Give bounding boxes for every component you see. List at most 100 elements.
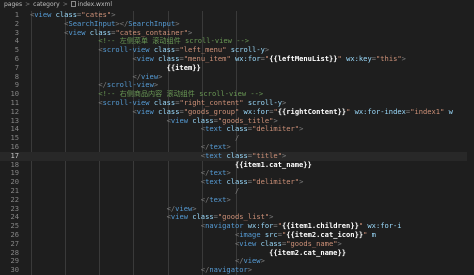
code-token: "goods_title" [217, 115, 274, 125]
code-line[interactable]: 6 <view class="menu_item" wx:for="{{leftM… [0, 53, 474, 64]
code-token: <!-- 左侧菜单 滚动组件 scroll-view --> [98, 36, 250, 46]
code-token: scroll-view [102, 97, 150, 107]
code-token: w [444, 106, 453, 116]
code-text: <text class="delimiter"> [201, 177, 304, 187]
code-token: "delimiter" [252, 124, 300, 134]
breadcrumb-item-category[interactable]: category [33, 0, 60, 10]
code-token: "goods_name" [286, 238, 338, 248]
code-token: {{item2.cat_icon}} [286, 229, 364, 239]
code-line[interactable]: 22 </text> [0, 194, 474, 205]
code-token: "this" [376, 53, 402, 63]
code-token: view [170, 115, 188, 125]
code-area[interactable]: 1 <view class="cates"> 2 <SearchInput></Sea… [0, 10, 474, 275]
line-number: 30 [10, 265, 19, 275]
code-line[interactable]: 18 {{item1.cat_name}} [0, 159, 474, 170]
code-token: > [158, 71, 163, 81]
code-token: view [34, 10, 52, 19]
code-line[interactable]: 30 </navigator> [0, 265, 474, 275]
code-token: SearchInput [68, 18, 116, 28]
file-icon [70, 1, 76, 7]
code-token: <!-- 右侧商品内容 滚动组件 scroll-view --> [98, 89, 264, 99]
code-token: {{item1.children}} [281, 221, 359, 231]
code-token: scroll-y [226, 45, 265, 55]
breadcrumb-item-pages[interactable]: pages [4, 0, 22, 10]
code-token: src [260, 229, 278, 239]
code-token: "title" [252, 150, 282, 160]
code-text: <text class="delimiter"> [201, 124, 304, 134]
code-token: "goods_list" [217, 212, 270, 222]
code-line[interactable]: 7 {{item}} [0, 62, 474, 73]
code-token: class [149, 97, 176, 107]
code-token: > [281, 97, 287, 107]
code-line[interactable]: 27 <view class="goods_name"> [0, 238, 474, 249]
code-token: class [149, 45, 176, 55]
code-token: navigator [205, 221, 244, 231]
code-token: > [269, 212, 274, 222]
code-token: SearchInput [128, 18, 176, 28]
code-token: > [401, 53, 406, 63]
code-text: / [234, 185, 240, 196]
code-token: </ [132, 71, 142, 81]
code-token: image [239, 229, 261, 239]
code-token: {{rightContent}} [277, 106, 347, 116]
code-text: / [234, 133, 240, 143]
code-token: </ [234, 256, 244, 266]
code-token: > [226, 168, 231, 178]
code-text: </navigator> [201, 265, 252, 275]
code-token: "index1" [410, 106, 445, 116]
code-token: / [234, 133, 240, 143]
code-token: "goods_group" [183, 106, 240, 116]
code-token: wx:for [230, 53, 261, 63]
code-token: view [141, 71, 159, 81]
code-token: class [51, 10, 77, 19]
code-line[interactable]: 21/ [0, 185, 474, 196]
breadcrumb-item-file[interactable]: index.wxml [78, 0, 112, 10]
code-token: "menu_item" [183, 53, 231, 63]
code-line[interactable]: 8 </view> [0, 71, 474, 82]
code-token: </ [166, 203, 176, 213]
code-token: {{item2.cat_name}} [269, 247, 346, 257]
code-token: class [256, 238, 282, 248]
code-token: scroll-view [102, 45, 150, 55]
code-token: {{item}} [166, 62, 201, 72]
code-token: wx:key [341, 53, 372, 63]
code-token: > [299, 124, 304, 134]
code-token: {{item1.cat_name}} [234, 159, 312, 169]
code-token: "left_menu" [179, 45, 227, 55]
code-token: view [243, 256, 261, 266]
code-token: class [188, 115, 214, 125]
code-token: > [299, 177, 304, 187]
code-token: > [264, 45, 270, 55]
code-token: view [68, 27, 86, 37]
code-token: view [136, 106, 154, 116]
code-token: scroll-view [106, 80, 154, 90]
code-text: {{item}} [166, 62, 201, 73]
vertical-scrollbar[interactable] [467, 11, 474, 273]
code-token: </ [98, 80, 107, 90]
code-token: > [260, 256, 265, 266]
code-line[interactable]: 15/ [0, 133, 474, 143]
code-editor[interactable]: pages > category > index.wxml 1 <view class="… [0, 0, 474, 275]
code-token: view [239, 238, 257, 248]
code-token: wx:for [239, 106, 270, 116]
code-token: ></ [115, 18, 129, 28]
code-token: scroll-y [243, 97, 282, 107]
code-token: view [170, 212, 188, 222]
code-token: text [209, 194, 227, 204]
code-token: > [226, 194, 231, 204]
code-token: wx:for-index [350, 106, 406, 116]
code-token: > [337, 238, 342, 248]
code-token: view [136, 53, 154, 63]
code-token: class [153, 106, 180, 116]
code-token: > [153, 80, 159, 90]
code-token: text [205, 124, 223, 134]
code-token: wx:for-i [363, 221, 402, 231]
code-token: "cates_container" [115, 27, 189, 37]
code-token: "cates" [81, 10, 112, 19]
code-token: class [153, 53, 180, 63]
code-token: class [222, 177, 248, 187]
code-token: "right_content" [179, 97, 244, 107]
code-token: / [234, 185, 240, 195]
code-token: view [175, 203, 193, 213]
code-token: "delimiter" [252, 177, 300, 187]
